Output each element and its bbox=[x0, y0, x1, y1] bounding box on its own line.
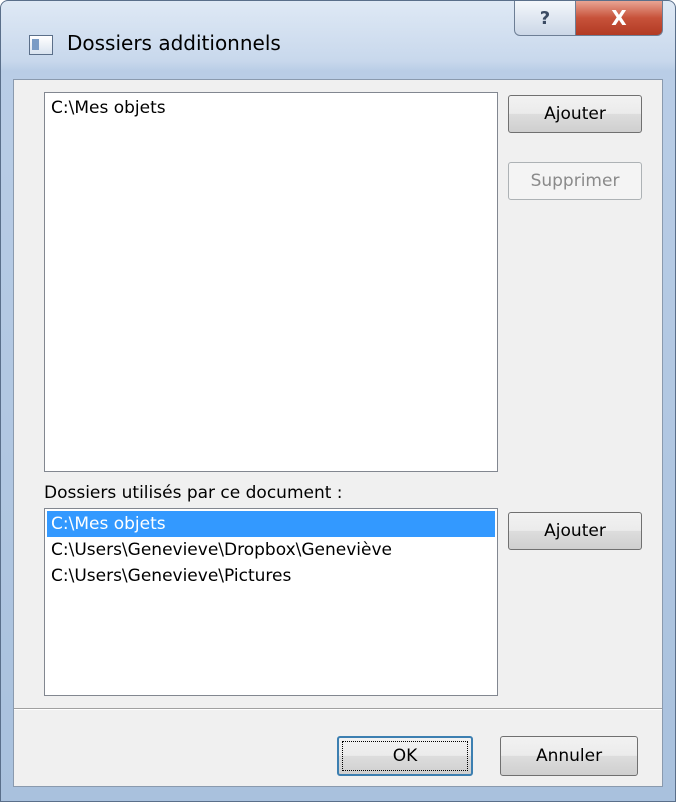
dialog-client-area: C:\Mes objets Ajouter Supprimer Dossiers… bbox=[13, 79, 663, 787]
cancel-button[interactable]: Annuler bbox=[500, 736, 638, 776]
document-folders-list[interactable]: C:\Mes objets C:\Users\Genevieve\Dropbox… bbox=[44, 508, 498, 696]
list-item[interactable]: C:\Users\Genevieve\Pictures bbox=[47, 563, 495, 589]
remove-folder-button[interactable]: Supprimer bbox=[508, 162, 642, 200]
title-bar[interactable]: Dossiers additionnels ? X bbox=[1, 1, 675, 79]
list-item[interactable]: C:\Mes objets bbox=[47, 511, 495, 537]
dialog-window: Dossiers additionnels ? X C:\Mes objets … bbox=[0, 0, 676, 802]
additional-folders-list[interactable]: C:\Mes objets bbox=[44, 92, 498, 472]
caption-buttons: ? X bbox=[514, 1, 663, 36]
list-item[interactable]: C:\Users\Genevieve\Dropbox\Geneviève bbox=[47, 537, 495, 563]
window-title: Dossiers additionnels bbox=[67, 31, 281, 55]
ok-button-label: OK bbox=[392, 746, 418, 766]
window-icon bbox=[29, 35, 53, 55]
add-document-folder-button[interactable]: Ajouter bbox=[508, 512, 642, 550]
document-folders-label: Dossiers utilisés par ce document : bbox=[44, 483, 343, 503]
close-button[interactable]: X bbox=[576, 1, 663, 36]
footer-separator bbox=[14, 708, 662, 710]
help-icon: ? bbox=[539, 7, 551, 29]
close-icon: X bbox=[611, 6, 627, 30]
list-item[interactable]: C:\Mes objets bbox=[47, 95, 495, 121]
add-folder-button[interactable]: Ajouter bbox=[508, 95, 642, 133]
ok-button[interactable]: OK bbox=[337, 736, 473, 776]
help-button[interactable]: ? bbox=[514, 1, 576, 36]
